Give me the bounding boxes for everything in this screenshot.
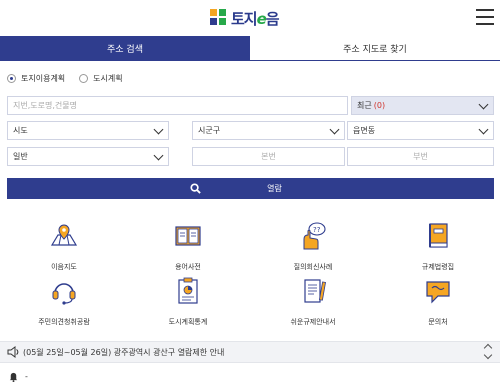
menu-item-eum-map[interactable]: 이음지도	[19, 221, 109, 272]
clipboard-chart-icon	[178, 277, 198, 304]
address-search-input[interactable]	[7, 96, 348, 115]
menu-item-easy-guide[interactable]: 쉬운규제안내서	[268, 276, 358, 327]
radio-unchecked-icon	[79, 74, 89, 83]
menu-item-contact[interactable]: 문의처	[393, 276, 483, 327]
view-button[interactable]: 열람	[7, 178, 494, 199]
eupmyeondong-select[interactable]: 읍면동	[347, 121, 494, 140]
menu-item-qa-cases[interactable]: ?? 질의회신사례	[268, 221, 358, 272]
notice-bar[interactable]: (05월 25일~05월 26일) 광주광역시 광산구 열람제한 안내	[0, 341, 500, 363]
sido-select[interactable]: 시도	[7, 121, 169, 140]
tab-bar: 주소 검색 주소 지도로 찾기	[0, 36, 500, 61]
alert-text: -	[25, 371, 28, 381]
logo-text: 토지e음	[231, 9, 280, 28]
menu-item-glossary[interactable]: 용어사전	[143, 221, 233, 272]
alert-row: -	[0, 366, 500, 386]
lot-number-row: 일반	[7, 147, 494, 166]
chevron-down-icon	[153, 124, 164, 135]
tab-address-map[interactable]: 주소 지도로 찾기	[250, 36, 500, 60]
recent-count: (0)	[373, 101, 386, 110]
chevron-down-icon	[329, 124, 340, 135]
bell-icon	[9, 372, 18, 382]
chevron-down-icon	[478, 124, 489, 135]
law-book-icon	[429, 223, 448, 248]
radio-checked-icon	[7, 74, 16, 83]
address-row: 최근 (0)	[7, 96, 494, 115]
bu-number-input[interactable]	[347, 147, 494, 166]
recent-dropdown[interactable]: 최근 (0)	[351, 96, 494, 115]
plan-type-radio-group: 토지이용계획 도시계획	[7, 73, 123, 84]
chevron-down-icon	[478, 99, 489, 110]
hamburger-icon[interactable]	[476, 9, 494, 25]
qa-icon: ??	[303, 222, 326, 250]
logo[interactable]: 토지e음	[210, 8, 280, 28]
search-icon	[190, 183, 201, 194]
sigungu-select[interactable]: 시군구	[192, 121, 345, 140]
header: 토지e음	[0, 0, 500, 36]
bon-number-input[interactable]	[192, 147, 345, 166]
menu-item-public-opinion[interactable]: 주민의견청취공람	[19, 276, 109, 327]
radio-land-use-plan[interactable]: 토지이용계획	[7, 73, 65, 84]
book-icon	[175, 226, 201, 246]
chevron-down-icon	[153, 150, 164, 161]
notice-controls	[483, 343, 493, 360]
speaker-icon	[7, 346, 19, 358]
map-pin-icon	[50, 224, 78, 246]
headset-icon	[52, 283, 76, 305]
quick-menu: 이음지도 용어사전 ?? 질의회신사례 규제법령집 주민의견청취공람 도시계획통…	[0, 213, 500, 333]
radio-urban-plan[interactable]: 도시계획	[79, 73, 123, 84]
region-row: 시도 시군구 읍면동	[7, 121, 494, 140]
notice-text: (05월 25일~05월 26일) 광주광역시 광산구 열람제한 안내	[23, 347, 225, 357]
menu-item-regulation-law[interactable]: 규제법령집	[393, 221, 483, 272]
tab-address-search[interactable]: 주소 검색	[0, 36, 250, 60]
guide-icon	[304, 279, 326, 303]
chevron-down-icon[interactable]	[483, 350, 493, 360]
land-type-select[interactable]: 일반	[7, 147, 169, 166]
menu-item-urban-plan-stats[interactable]: 도시계획통계	[143, 276, 233, 327]
svg-text:??: ??	[313, 226, 321, 234]
logo-mark-icon	[210, 9, 228, 27]
chat-bubble-icon	[426, 281, 450, 304]
